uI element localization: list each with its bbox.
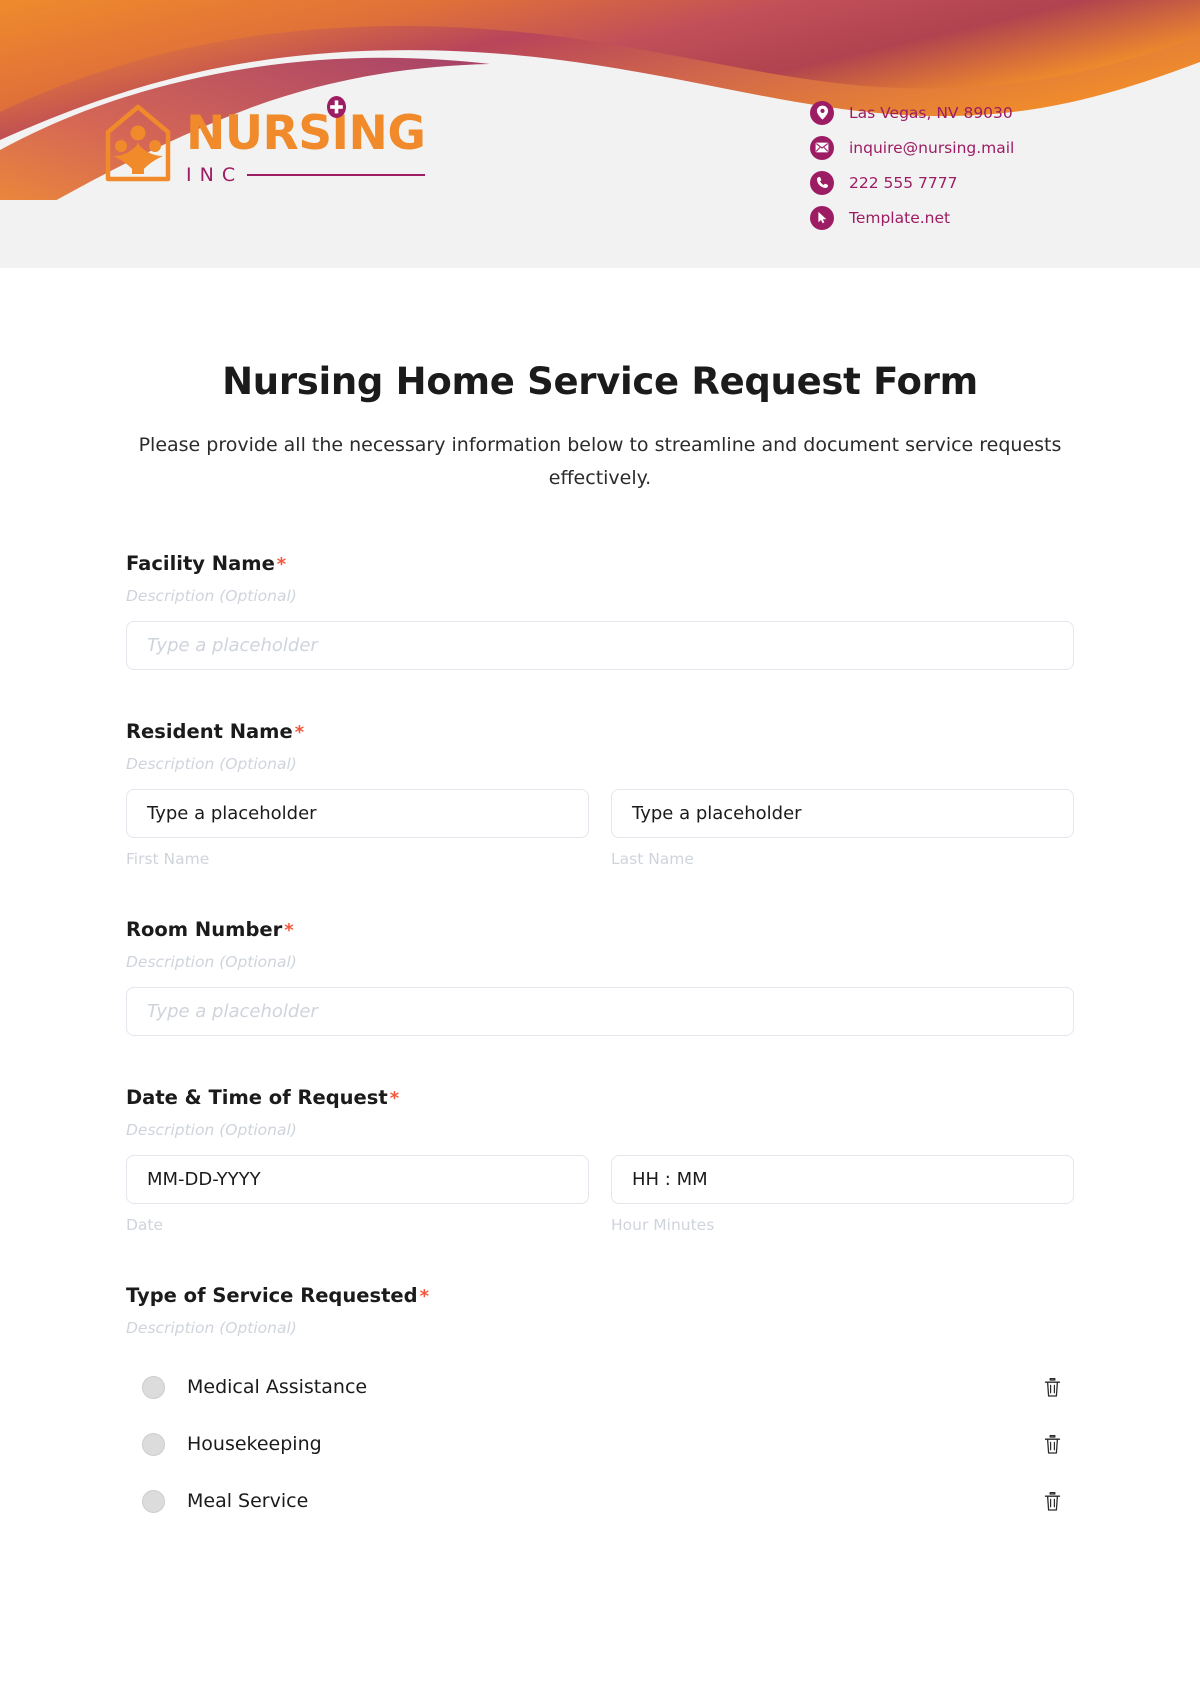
- radio-button-housekeeping[interactable]: [142, 1432, 165, 1456]
- house-with-family-icon: [105, 104, 171, 182]
- field-room-number: Room Number * Description (Optional) Type…: [126, 918, 1074, 1036]
- field-date-time-of-request: Date & Time of Request * Description (Opt…: [126, 1086, 1074, 1234]
- field-label-text: Room Number: [126, 917, 283, 941]
- logo-subtext: INC: [186, 164, 244, 186]
- field-label-text: Facility Name: [126, 551, 275, 575]
- first-name-input[interactable]: Type a placeholder: [126, 788, 589, 838]
- option-label-medical-assistance: Medical Assistance: [187, 1376, 368, 1398]
- option-label-housekeeping: Housekeeping: [187, 1433, 322, 1455]
- field-label-text: Type of Service Requested: [126, 1283, 418, 1307]
- required-asterisk: *: [284, 919, 294, 941]
- page-root: NURSING INC Las Vegas, NV 89030 inquire@…: [0, 0, 1200, 1701]
- service-options-list: Medical Assistance Housekeeping Meal Ser…: [126, 1359, 1074, 1530]
- field-label-text: Date & Time of Request: [126, 1085, 388, 1109]
- time-group: HH : MM Hour Minutes: [611, 1154, 1074, 1234]
- required-asterisk: *: [419, 1285, 430, 1307]
- room-number-input[interactable]: Type a placeholder: [126, 986, 1074, 1036]
- form-content: Nursing Home Service Request Form Please…: [0, 360, 1200, 1530]
- resident-name-inputs-row: Type a placeholder First Name Type a pla…: [126, 788, 1074, 868]
- date-input[interactable]: MM-DD-YYYY: [126, 1154, 589, 1204]
- first-name-sublabel: First Name: [126, 849, 210, 868]
- logo-wordmark: NURSING: [186, 106, 426, 161]
- phone-icon: [810, 170, 834, 195]
- field-description-type-of-service: Description (Optional): [126, 1318, 297, 1337]
- contact-info-list: Las Vegas, NV 89030 inquire@nursing.mail: [810, 95, 1070, 235]
- contact-email-text: inquire@nursing.mail: [849, 138, 1015, 157]
- trash-icon[interactable]: [1040, 1489, 1064, 1513]
- field-label-date-time: Date & Time of Request *: [126, 1086, 1074, 1109]
- time-input[interactable]: HH : MM: [611, 1154, 1074, 1204]
- field-label-resident-name: Resident Name *: [126, 720, 1074, 743]
- date-group: MM-DD-YYYY Date: [126, 1154, 589, 1234]
- required-asterisk: *: [294, 721, 305, 743]
- contact-address-text: Las Vegas, NV 89030: [849, 103, 1013, 122]
- date-time-inputs-row: MM-DD-YYYY Date HH : MM Hour Minutes: [126, 1154, 1074, 1234]
- field-resident-name: Resident Name * Description (Optional) Ty…: [126, 720, 1074, 868]
- trash-icon[interactable]: [1040, 1432, 1064, 1456]
- radio-button-medical-assistance[interactable]: [142, 1375, 165, 1399]
- first-name-group: Type a placeholder First Name: [126, 788, 589, 868]
- envelope-icon: [810, 135, 834, 160]
- field-description-facility-name: Description (Optional): [126, 586, 297, 605]
- field-type-of-service-requested: Type of Service Requested * Description (…: [126, 1284, 1074, 1530]
- location-pin-icon: [810, 100, 834, 125]
- list-item[interactable]: Medical Assistance: [126, 1359, 1074, 1416]
- field-label-facility-name: Facility Name *: [126, 552, 1074, 575]
- contact-row-phone[interactable]: 222 555 7777: [810, 165, 1070, 200]
- field-label-room-number: Room Number *: [126, 918, 1074, 941]
- last-name-sublabel: Last Name: [611, 849, 694, 868]
- page-title: Nursing Home Service Request Form: [222, 360, 978, 403]
- list-item[interactable]: Housekeeping: [126, 1416, 1074, 1473]
- field-description-date-time: Description (Optional): [126, 1120, 297, 1139]
- medical-cross-icon: [327, 96, 347, 118]
- cursor-arrow-icon: [810, 205, 834, 230]
- logo-underline: [247, 173, 426, 176]
- brand-logo: NURSING INC: [104, 96, 426, 186]
- contact-row-address: Las Vegas, NV 89030: [810, 95, 1070, 130]
- page-header: NURSING INC Las Vegas, NV 89030 inquire@…: [0, 0, 1200, 268]
- contact-row-email[interactable]: inquire@nursing.mail: [810, 130, 1070, 165]
- field-label-text: Resident Name: [126, 719, 293, 743]
- field-description-resident-name: Description (Optional): [126, 754, 297, 773]
- last-name-group: Type a placeholder Last Name: [611, 788, 1074, 868]
- date-sublabel: Date: [126, 1215, 164, 1234]
- facility-name-input[interactable]: Type a placeholder: [126, 620, 1074, 670]
- field-description-room-number: Description (Optional): [126, 952, 297, 971]
- radio-button-meal-service[interactable]: [142, 1489, 165, 1513]
- last-name-input[interactable]: Type a placeholder: [611, 788, 1074, 838]
- required-asterisk: *: [389, 1087, 400, 1109]
- contact-website-text: Template.net: [849, 208, 951, 227]
- field-label-type-of-service: Type of Service Requested *: [126, 1284, 1074, 1307]
- contact-row-website[interactable]: Template.net: [810, 200, 1070, 235]
- page-subtitle: Please provide all the necessary informa…: [138, 434, 1062, 490]
- field-facility-name: Facility Name * Description (Optional) Ty…: [126, 552, 1074, 670]
- contact-phone-text: 222 555 7777: [849, 173, 958, 192]
- list-item[interactable]: Meal Service: [126, 1473, 1074, 1530]
- trash-icon[interactable]: [1040, 1375, 1064, 1399]
- required-asterisk: *: [276, 553, 287, 575]
- time-sublabel: Hour Minutes: [611, 1215, 715, 1234]
- option-label-meal-service: Meal Service: [187, 1490, 309, 1512]
